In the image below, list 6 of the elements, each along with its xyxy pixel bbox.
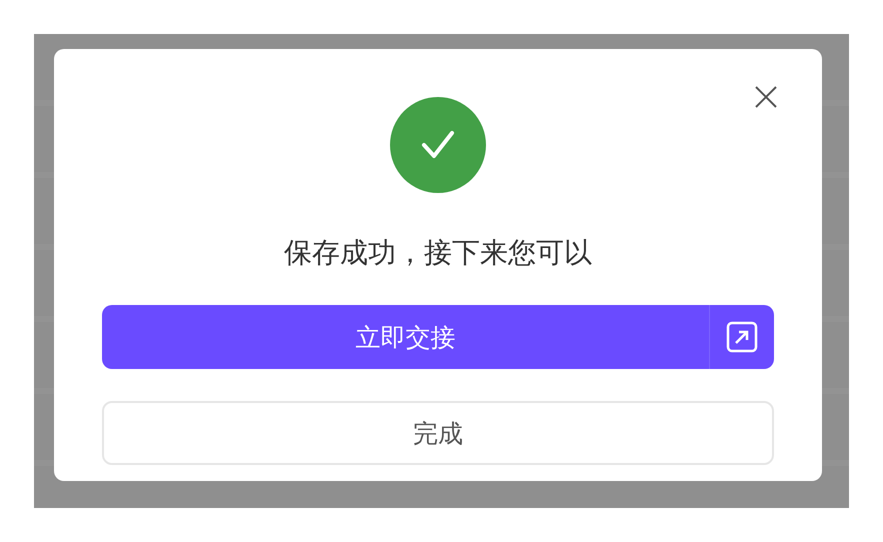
handover-button[interactable]: 立即交接 xyxy=(102,305,774,369)
external-link-icon xyxy=(726,321,758,353)
done-button[interactable]: 完成 xyxy=(102,401,774,465)
close-button[interactable] xyxy=(754,85,778,109)
dialog-title: 保存成功，接下来您可以 xyxy=(284,235,592,271)
close-icon xyxy=(755,86,777,108)
